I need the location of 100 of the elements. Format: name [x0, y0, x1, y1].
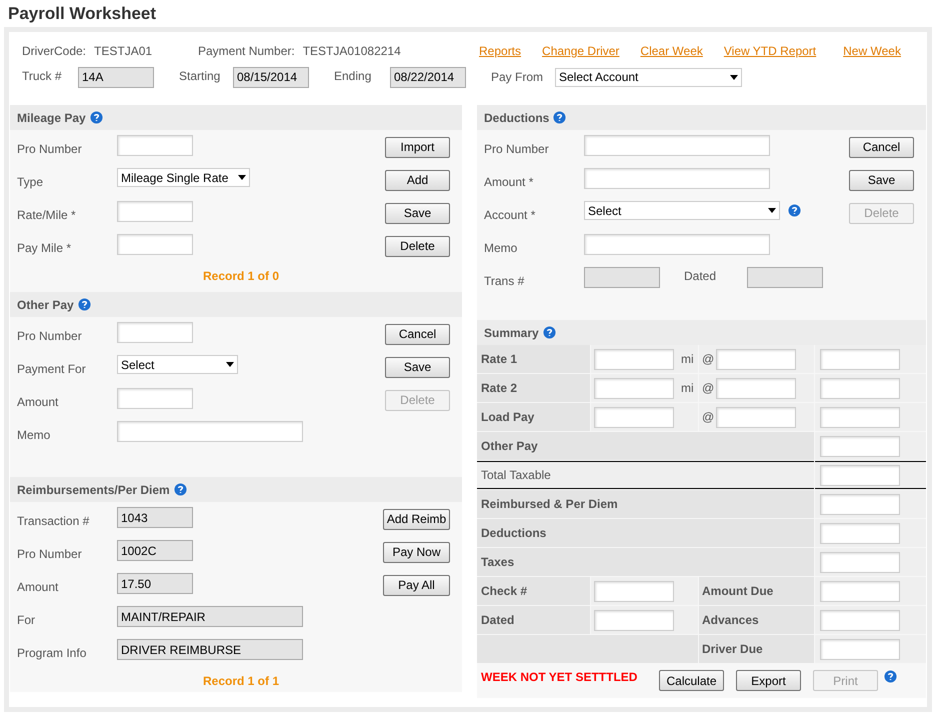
section-title: Reimbursements/Per Diem [17, 482, 170, 499]
caret-icon [730, 74, 738, 80]
text-field[interactable] [820, 638, 900, 660]
text-field[interactable]: MAINT/REPAIR [117, 606, 303, 627]
text-field[interactable] [117, 388, 193, 409]
action-button[interactable]: Cancel [385, 324, 450, 344]
action-button[interactable]: Pay All [383, 574, 450, 596]
record-counter: Record 1 of 0 [202, 268, 280, 285]
field-label: Payment For [17, 362, 86, 376]
text-field[interactable]: 17.50 [117, 573, 193, 594]
unit-label: mi [681, 351, 694, 368]
dropdown[interactable]: Select [584, 201, 780, 220]
action-button[interactable]: Add Reimb [383, 508, 450, 530]
field-label: Account * [484, 208, 536, 222]
dropdown[interactable]: Mileage Single Rate [117, 168, 250, 187]
action-button[interactable]: Import [385, 136, 450, 158]
field-label: Program Info [17, 646, 86, 660]
section-title: Mileage Pay [17, 110, 86, 127]
action-button[interactable]: Save [385, 202, 450, 224]
dropdown[interactable]: Select Account [555, 68, 742, 86]
field-label: Amount [17, 580, 58, 594]
field-label: Truck # [22, 68, 63, 84]
summary-label: Advances [702, 612, 759, 629]
text-field[interactable] [117, 322, 193, 343]
text-field[interactable] [820, 436, 900, 456]
help-icon[interactable] [884, 670, 897, 683]
text-field[interactable] [594, 348, 674, 370]
text-field[interactable]: 1043 [117, 507, 193, 528]
text-field[interactable] [716, 406, 796, 428]
text-field[interactable] [820, 464, 900, 486]
text-field[interactable] [820, 378, 900, 398]
text-field[interactable] [716, 378, 796, 398]
text-field[interactable] [594, 580, 674, 602]
text-field[interactable]: 08/15/2014 [233, 66, 309, 88]
field-label: Memo [484, 241, 518, 255]
field-label: Amount [17, 395, 58, 409]
summary-label: Other Pay [481, 438, 538, 455]
action-button[interactable]: Pay Now [383, 542, 450, 562]
text-field[interactable] [820, 610, 900, 630]
help-icon[interactable] [78, 298, 91, 311]
text-field[interactable] [117, 201, 193, 222]
text-field[interactable] [820, 522, 900, 544]
text-field[interactable] [594, 610, 674, 630]
text-field[interactable] [716, 348, 796, 370]
help-icon[interactable] [174, 483, 187, 496]
help-icon[interactable] [553, 111, 566, 124]
action-button[interactable]: Add [385, 170, 450, 190]
field-label: Pro Number [17, 142, 82, 156]
text-field[interactable]: DRIVER REIMBURSE [117, 639, 303, 660]
at-sign: @ [702, 351, 714, 368]
summary-label: Driver Due [702, 641, 763, 658]
info-label: DriverCode: [22, 43, 86, 60]
field-label: Dated [684, 268, 718, 285]
action-button[interactable]: Save [849, 170, 914, 190]
field-label: Pro Number [484, 142, 549, 156]
section-title: Other Pay [17, 297, 74, 314]
dropdown[interactable]: Select [117, 355, 238, 374]
text-field[interactable] [117, 234, 193, 255]
summary-label: Dated [481, 612, 514, 629]
text-field[interactable]: 14A [78, 66, 154, 88]
text-field[interactable] [594, 378, 674, 398]
field-label: Ending [334, 68, 372, 84]
text-field[interactable]: 1002C [117, 540, 193, 561]
field-label: Pro Number [17, 547, 82, 561]
field-label: Pay Mile * [17, 241, 72, 255]
field-label: Pro Number [17, 329, 82, 343]
summary-label: Taxes [481, 554, 514, 571]
text-field[interactable] [820, 494, 900, 514]
text-field[interactable] [594, 406, 674, 428]
action-button[interactable]: Calculate [659, 670, 724, 691]
summary-label: Rate 1 [481, 351, 518, 368]
text-field[interactable] [584, 135, 770, 156]
text-field[interactable] [117, 421, 303, 442]
text-field[interactable] [820, 580, 900, 602]
text-field[interactable] [820, 406, 900, 428]
caret-icon [238, 175, 246, 180]
field-label: For [17, 613, 35, 627]
text-field[interactable] [584, 234, 770, 255]
text-field[interactable] [747, 267, 823, 288]
text-field[interactable] [584, 267, 660, 288]
text-field[interactable] [820, 348, 900, 370]
at-sign: @ [702, 380, 714, 397]
help-icon[interactable] [542, 326, 556, 339]
unit-label: mi [681, 380, 694, 397]
text-field[interactable] [584, 168, 770, 189]
at-sign: @ [702, 409, 714, 426]
text-field[interactable] [820, 552, 900, 572]
caret-icon [768, 208, 776, 213]
caret-icon [226, 362, 234, 367]
text-field[interactable]: 08/22/2014 [390, 66, 466, 88]
field-label: Transaction # [17, 514, 90, 528]
action-button[interactable]: Save [385, 356, 450, 378]
action-button[interactable]: Cancel [849, 136, 914, 158]
action-button[interactable]: Export [736, 670, 801, 691]
field-label: Rate/Mile * [17, 208, 76, 222]
summary-label: Check # [481, 583, 528, 600]
help-icon[interactable] [788, 204, 801, 217]
action-button[interactable]: Delete [385, 236, 450, 256]
text-field[interactable] [117, 135, 193, 156]
help-icon[interactable] [90, 111, 103, 124]
